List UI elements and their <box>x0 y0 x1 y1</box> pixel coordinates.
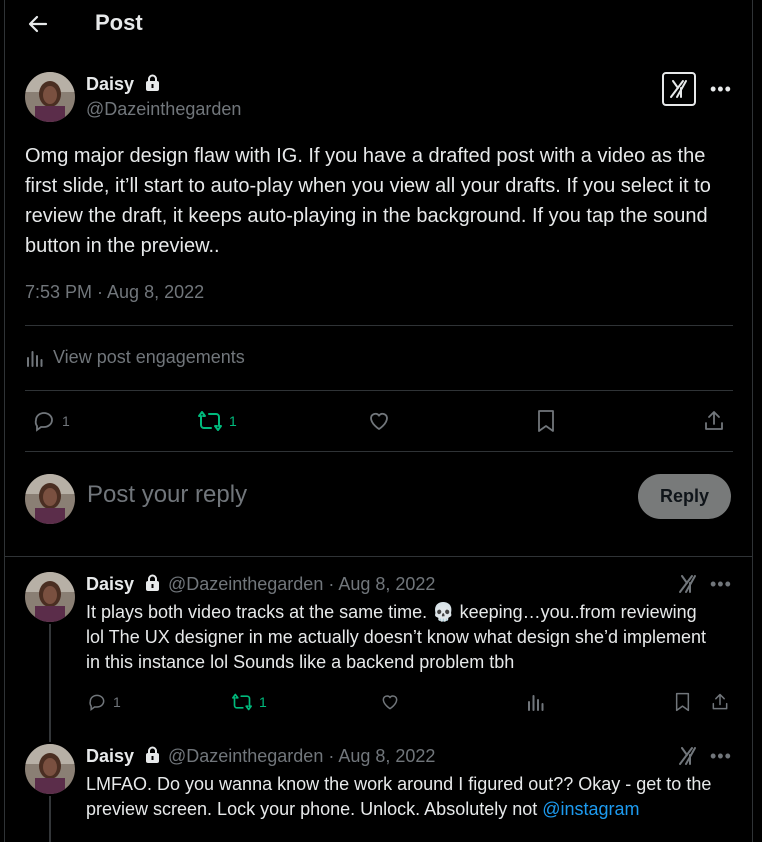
like-icon[interactable] <box>367 409 391 438</box>
grok-icon[interactable] <box>662 72 696 106</box>
divider <box>5 556 753 557</box>
more-options-icon[interactable]: ••• <box>710 79 732 100</box>
bookmark-icon[interactable] <box>535 409 557 438</box>
reply-handle-date[interactable]: @Dazeinthegarden · Aug 8, 2022 <box>168 574 435 594</box>
reply-avatar[interactable] <box>25 572 75 622</box>
analytics-icon <box>27 350 43 367</box>
analytics-icon[interactable] <box>526 692 546 717</box>
repost-action[interactable]: 1 <box>231 692 267 712</box>
bookmark-icon[interactable] <box>673 692 692 717</box>
reply-text: It plays both video tracks at the same t… <box>86 602 706 672</box>
more-options-icon[interactable]: ••• <box>710 574 732 595</box>
grok-icon[interactable] <box>677 573 699 600</box>
reply-icon <box>89 694 105 711</box>
author-handle[interactable]: @Dazeinthegarden <box>86 99 241 120</box>
repost-count: 1 <box>259 694 267 710</box>
reply-handle-date[interactable]: @Dazeinthegarden · Aug 8, 2022 <box>168 746 435 766</box>
grok-icon[interactable] <box>677 745 699 772</box>
reply-author-name[interactable]: Daisy <box>86 574 134 594</box>
mention-link[interactable]: @instagram <box>542 799 639 819</box>
reply-action[interactable]: 1 <box>32 409 70 433</box>
page-title: Post <box>95 10 143 35</box>
composer-avatar <box>25 474 75 524</box>
avatar[interactable] <box>25 72 75 122</box>
reply-author-name[interactable]: Daisy <box>86 746 134 766</box>
share-icon[interactable] <box>710 692 730 717</box>
repost-icon <box>231 693 252 711</box>
lock-icon <box>145 746 160 769</box>
reply-header: Daisy @Dazeinthegarden · Aug 8, 2022 <box>86 746 435 769</box>
divider <box>25 325 733 326</box>
view-engagements-label: View post engagements <box>53 347 245 367</box>
repost-action[interactable]: 1 <box>197 409 237 433</box>
back-arrow-icon[interactable] <box>26 12 50 36</box>
repost-count: 1 <box>229 413 237 429</box>
reply-avatar[interactable] <box>25 744 75 794</box>
reply-text-block: LMFAO. Do you wanna know the work around… <box>86 772 726 822</box>
author-name[interactable]: Daisy <box>86 74 134 94</box>
repost-icon <box>198 411 222 431</box>
post-timestamp[interactable]: 7:53 PM · Aug 8, 2022 <box>25 282 204 303</box>
thread-line <box>49 796 51 842</box>
reply-action[interactable]: 1 <box>87 692 121 712</box>
view-engagements-link[interactable]: View post engagements <box>25 347 245 368</box>
divider <box>25 390 733 391</box>
reply-button[interactable]: Reply <box>638 474 731 519</box>
like-icon[interactable] <box>380 692 400 717</box>
thread-line <box>49 624 51 742</box>
reply-count: 1 <box>62 413 70 429</box>
author-name-row: Daisy <box>86 74 160 97</box>
lock-icon <box>145 574 160 597</box>
reply-header: Daisy @Dazeinthegarden · Aug 8, 2022 <box>86 574 435 597</box>
more-options-icon[interactable]: ••• <box>710 746 732 767</box>
post-text: Omg major design flaw with IG. If you ha… <box>25 145 711 257</box>
lock-icon <box>145 74 160 97</box>
share-icon[interactable] <box>702 409 726 438</box>
reply-count: 1 <box>113 694 121 710</box>
divider <box>25 451 733 452</box>
reply-icon <box>34 412 53 432</box>
reply-input[interactable]: Post your reply <box>87 481 247 509</box>
